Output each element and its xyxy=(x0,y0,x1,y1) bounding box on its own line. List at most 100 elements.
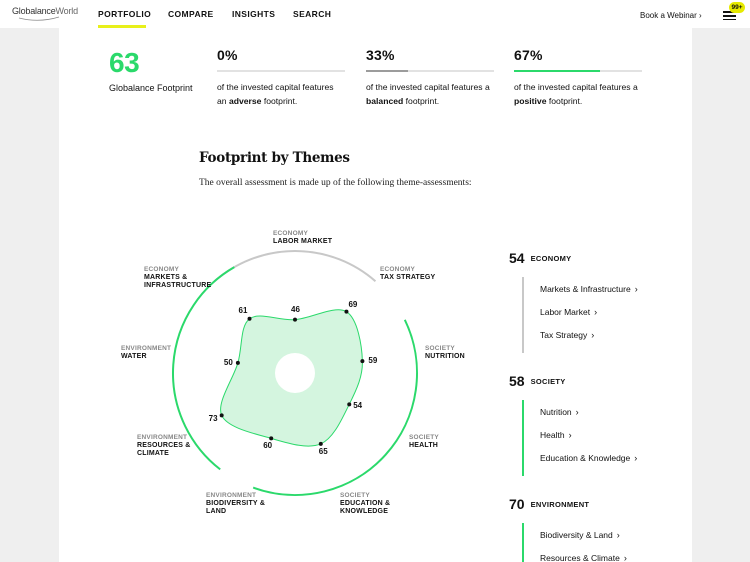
capital-stat-bar xyxy=(366,70,494,72)
axis-name: RESOURCES & xyxy=(137,442,191,449)
axis-category: SOCIETY xyxy=(409,434,439,441)
axis-name: HEALTH xyxy=(409,442,439,449)
notification-badge: 99+ xyxy=(729,2,745,13)
axis-name: LABOR MARKET xyxy=(273,238,333,245)
chevron-right-icon: › xyxy=(568,430,572,440)
logo-sub: World xyxy=(55,6,79,16)
logo-main: Globalance xyxy=(12,6,56,16)
axis-label: ECONOMY MARKETS & INFRASTRUCTURE xyxy=(144,266,211,290)
data-point xyxy=(269,436,274,441)
capital-stat-bar-fill xyxy=(514,70,600,72)
value-label: 54 xyxy=(353,401,363,411)
value-label: 59 xyxy=(368,356,378,366)
group-line xyxy=(522,400,524,476)
axis-label: SOCIETY NUTRITION xyxy=(425,345,465,361)
value-label: 60 xyxy=(263,441,273,451)
theme-link-label: Biodiversity & Land xyxy=(540,530,613,540)
logo-swoosh-icon xyxy=(18,16,60,21)
axis-category: ECONOMY xyxy=(380,266,415,273)
group-header: 70 ENVIRONMENT xyxy=(509,496,589,514)
group-score: 70 xyxy=(509,496,525,512)
axis-category: ECONOMY xyxy=(144,266,179,273)
group-line xyxy=(522,523,524,562)
chevron-right-icon: › xyxy=(594,307,598,317)
theme-link[interactable]: Resources & Climate › xyxy=(540,553,627,562)
theme-link-label: Education & Knowledge xyxy=(540,453,631,463)
axis-category: SOCIETY xyxy=(340,492,370,499)
capital-stat-bar-fill xyxy=(366,70,409,72)
data-point xyxy=(247,316,252,321)
theme-link-label: Tax Strategy xyxy=(540,330,588,340)
axis-label: ENVIRONMENT BIODIVERSITY & LAND xyxy=(206,492,265,516)
chevron-right-icon: › xyxy=(616,530,620,540)
capital-stat-percent: 33% xyxy=(366,47,395,63)
group-score: 58 xyxy=(509,373,525,389)
capital-stat-text: of the invested capital features a balan… xyxy=(366,82,490,106)
footprint-score-label: Globalance Footprint xyxy=(109,83,193,93)
capital-stat-text: of the invested capital features an adve… xyxy=(217,82,334,106)
capital-stat: 0% of the invested capital features an ad… xyxy=(217,47,345,108)
nav-insights[interactable]: INSIGHTS xyxy=(232,9,275,19)
nav-compare[interactable]: COMPARE xyxy=(168,9,214,19)
value-label: 65 xyxy=(318,446,328,456)
theme-link[interactable]: Education & Knowledge › xyxy=(540,453,637,463)
globalance-logo[interactable]: GlobalanceWorld xyxy=(12,6,78,16)
axis-name: TAX STRATEGY xyxy=(380,274,436,281)
capital-stat-keyword: balanced xyxy=(366,96,404,106)
chevron-right-icon: › xyxy=(591,330,595,340)
axis-name: CLIMATE xyxy=(137,450,169,457)
chevron-right-icon: › xyxy=(575,407,579,417)
theme-link-label: Resources & Climate xyxy=(540,553,620,562)
group-score: 54 xyxy=(509,250,525,266)
group-header: 58 SOCIETY xyxy=(509,373,566,391)
themes-title: Footprint by Themes xyxy=(199,150,350,166)
capital-stat-bar xyxy=(514,70,642,72)
axis-label: SOCIETY HEALTH xyxy=(409,434,439,450)
group-name: SOCIETY xyxy=(530,377,566,386)
data-point xyxy=(318,441,323,446)
data-point xyxy=(293,317,297,322)
theme-link[interactable]: Labor Market › xyxy=(540,307,597,317)
data-point xyxy=(347,402,352,407)
data-point xyxy=(219,413,224,418)
theme-link-label: Markets & Infrastructure xyxy=(540,284,631,294)
capital-stat: 33% of the invested capital features a ba… xyxy=(366,47,494,108)
chevron-right-icon: › xyxy=(699,11,702,20)
capital-stat-percent: 67% xyxy=(514,47,543,63)
theme-link[interactable]: Health › xyxy=(540,430,572,440)
themes-subtitle: The overall assessment is made up of the… xyxy=(199,178,472,188)
capital-stat-keyword: adverse xyxy=(228,96,262,106)
value-label: 61 xyxy=(238,305,248,315)
value-label: 46 xyxy=(291,304,300,314)
axis-name: BIODIVERSITY & xyxy=(206,500,266,507)
axis-name: INFRASTRUCTURE xyxy=(144,282,212,289)
axis-category: ENVIRONMENT xyxy=(137,434,188,441)
group-name: ENVIRONMENT xyxy=(530,500,590,509)
axis-category: ENVIRONMENT xyxy=(121,345,172,352)
axis-label: ENVIRONMENT WATER xyxy=(121,345,171,361)
capital-stat: 67% of the invested capital features a po… xyxy=(514,47,642,108)
theme-link[interactable]: Markets & Infrastructure › xyxy=(540,284,638,294)
nav-portfolio[interactable]: PORTFOLIO xyxy=(98,9,151,19)
value-label: 50 xyxy=(223,357,233,367)
theme-link-label: Health xyxy=(540,430,565,440)
radar-center xyxy=(275,353,315,393)
data-point xyxy=(235,360,240,365)
book-webinar-label: Book a Webinar xyxy=(640,11,697,20)
capital-stat-text: of the invested capital features a posit… xyxy=(514,82,638,106)
top-navigation: GlobalanceWorld PORTFOLIO COMPARE INSIGH… xyxy=(0,0,750,28)
group-line xyxy=(522,277,524,353)
axis-name: KNOWLEDGE xyxy=(340,508,389,515)
theme-link[interactable]: Tax Strategy › xyxy=(540,330,594,340)
theme-link-label: Nutrition xyxy=(540,407,572,417)
axis-label: ECONOMY TAX STRATEGY xyxy=(380,266,435,282)
capital-stat-bar xyxy=(217,70,345,72)
theme-link[interactable]: Nutrition › xyxy=(540,407,579,417)
book-webinar-link[interactable]: Book a Webinar › xyxy=(640,11,702,20)
axis-category: ENVIRONMENT xyxy=(206,492,257,499)
group-name: ECONOMY xyxy=(530,254,572,263)
nav-search[interactable]: SEARCH xyxy=(293,9,331,19)
chevron-right-icon: › xyxy=(634,453,638,463)
theme-link[interactable]: Biodiversity & Land › xyxy=(540,530,620,540)
axis-label: SOCIETY EDUCATION & KNOWLEDGE xyxy=(340,492,390,516)
